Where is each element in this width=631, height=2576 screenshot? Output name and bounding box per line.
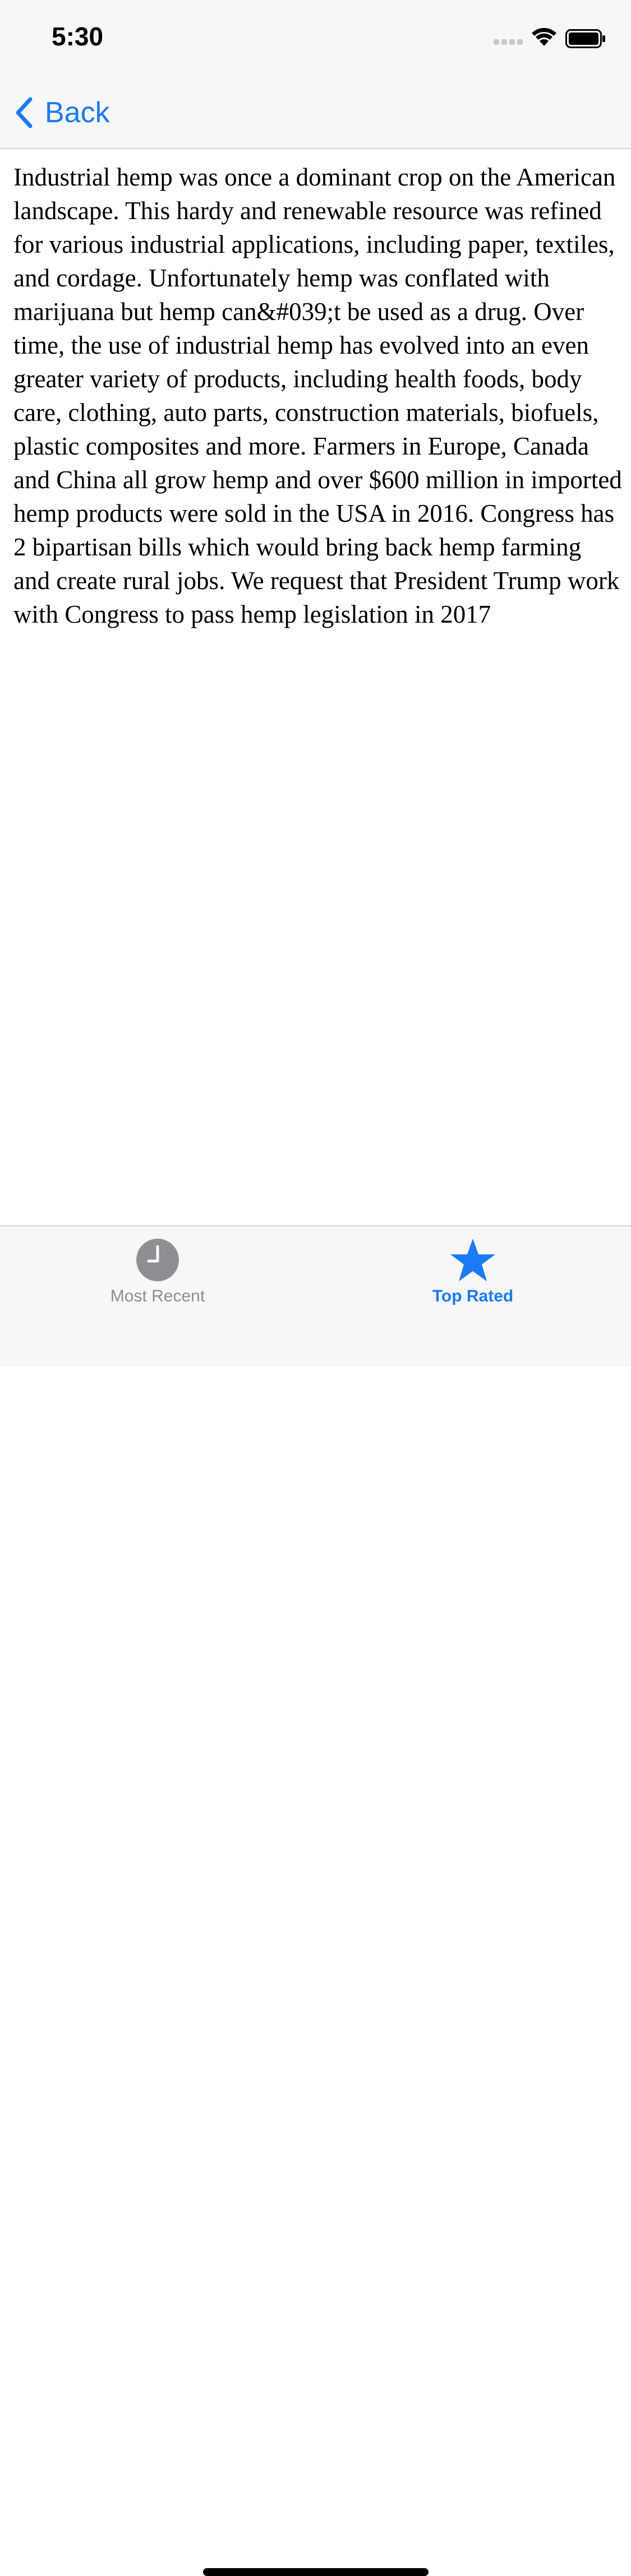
star-icon	[450, 1239, 495, 1281]
tab-most-recent[interactable]: Most Recent	[73, 1238, 242, 1316]
home-indicator	[203, 2568, 429, 2576]
clock-icon	[136, 1239, 179, 1281]
wifi-icon	[532, 27, 556, 46]
status-bar: 5:30	[0, 0, 631, 78]
chevron-left-icon	[16, 97, 33, 128]
tab-top-rated[interactable]: Top Rated	[389, 1238, 557, 1316]
tab-bar: Most Recent Top Rated	[0, 1225, 631, 2576]
navigation-bar: Back	[0, 78, 631, 149]
tab-top-rated-label: Top Rated	[432, 1287, 514, 1305]
status-time: 5:30	[52, 22, 104, 51]
petition-body-text: Industrial hemp was once a dominant crop…	[13, 163, 622, 628]
cellular-signal-icon	[494, 39, 523, 45]
battery-icon	[565, 29, 605, 48]
back-button[interactable]: Back	[13, 93, 110, 132]
back-label: Back	[45, 96, 110, 129]
tab-most-recent-label: Most Recent	[110, 1287, 205, 1305]
